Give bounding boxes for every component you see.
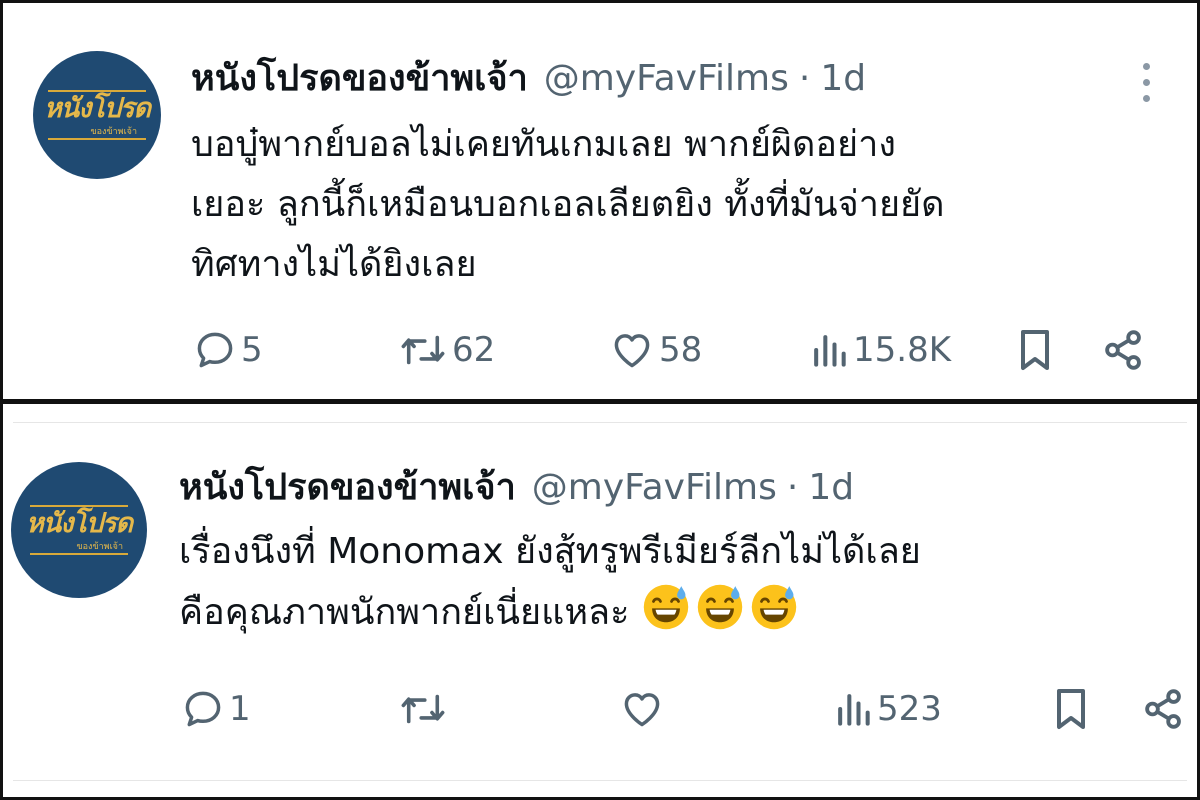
separator-dot: · xyxy=(786,467,799,508)
reply-icon xyxy=(197,332,233,368)
tweet-text: เรื่องนึงที่ Monomax ยังสู้ทรูพรีเมียร์ล… xyxy=(179,522,921,643)
share-icon xyxy=(1145,689,1181,729)
grinning-face-with-sweat-emoji xyxy=(697,584,743,630)
display-name[interactable]: หนังโปรดของข้าพเจ้า xyxy=(191,55,528,103)
retweet-icon xyxy=(401,335,445,365)
tweet-text: บอบู๋พากย์บอลไม่เคยทันเกมเลย พากย์ผิดอย่… xyxy=(191,115,945,295)
tweet-actions: 5 62 58 15.8K xyxy=(3,325,1200,375)
views-icon xyxy=(838,694,870,726)
tweet-text-line: เรื่องนึงที่ Monomax ยังสู้ทรูพรีเมียร์ล… xyxy=(179,531,921,572)
views-count: 523 xyxy=(877,689,942,729)
avatar-decor-line xyxy=(48,138,146,140)
grinning-face-with-sweat-emoji xyxy=(643,584,689,630)
divider xyxy=(13,780,1187,781)
tweet-card-2[interactable]: หนังโปรด ของข้าพเจ้า หนังโปรดของข้าพเจ้า… xyxy=(0,402,1200,800)
tweet-text-line: เยอะ ลูกนี้ก็เหมือนบอกเอลเลียตยิง ทั้งที… xyxy=(191,184,945,225)
like-button[interactable] xyxy=(619,684,669,734)
share-button[interactable] xyxy=(1141,684,1187,734)
retweet-button[interactable]: 62 xyxy=(398,325,495,375)
user-handle[interactable]: @myFavFilms xyxy=(532,464,777,512)
avatar-logo-text: หนังโปรด xyxy=(43,93,151,124)
retweet-count: 62 xyxy=(452,330,496,370)
share-icon xyxy=(1105,330,1141,370)
avatar-logo-subtext: ของข้าพเจ้า xyxy=(90,127,138,137)
timestamp[interactable]: 1d xyxy=(820,55,866,103)
tweet-text-line: ทิศทางไม่ได้ยิงเลย xyxy=(191,244,477,285)
like-button[interactable]: 58 xyxy=(609,325,702,375)
user-handle[interactable]: @myFavFilms xyxy=(544,55,789,103)
reply-icon xyxy=(185,691,221,727)
tweet-actions: 1 523 xyxy=(3,684,1200,734)
views-button[interactable]: 523 xyxy=(833,684,942,734)
like-count: 58 xyxy=(659,330,703,370)
timestamp[interactable]: 1d xyxy=(808,464,854,512)
more-vertical-icon[interactable] xyxy=(1143,63,1153,102)
tweet-header: หนังโปรดของข้าพเจ้า @myFavFilms · 1d xyxy=(191,55,866,103)
views-button[interactable]: 15.8K xyxy=(809,325,951,375)
share-button[interactable] xyxy=(1101,325,1147,375)
divider xyxy=(13,422,1187,423)
reply-count: 1 xyxy=(229,689,251,729)
tweet-text-line: คือคุณภาพนักพากย์เนี่ยแหละ xyxy=(179,592,630,633)
heart-icon xyxy=(624,693,660,727)
views-icon xyxy=(814,335,846,367)
bookmark-icon xyxy=(1021,330,1049,370)
retweet-button[interactable] xyxy=(398,684,452,734)
bookmark-button[interactable] xyxy=(1051,684,1091,734)
avatar[interactable]: หนังโปรด ของข้าพเจ้า xyxy=(11,462,147,598)
bookmark-button[interactable] xyxy=(1015,325,1055,375)
emoji-group xyxy=(641,584,803,633)
avatar[interactable]: หนังโปรด ของข้าพเจ้า xyxy=(33,51,161,179)
reply-count: 5 xyxy=(241,330,263,370)
avatar-decor-line xyxy=(30,553,128,555)
avatar-logo-text: หนังโปรด xyxy=(25,508,133,539)
reply-button[interactable]: 1 xyxy=(181,684,251,734)
tweet-text-line-with-emoji: คือคุณภาพนักพากย์เนี่ยแหละ xyxy=(179,582,921,643)
tweet-text-line: บอบู๋พากย์บอลไม่เคยทันเกมเลย พากย์ผิดอย่… xyxy=(191,124,896,165)
retweet-icon xyxy=(401,694,445,724)
grinning-face-with-sweat-emoji xyxy=(751,584,797,630)
display-name[interactable]: หนังโปรดของข้าพเจ้า xyxy=(179,464,516,512)
bookmark-icon xyxy=(1057,689,1085,729)
reply-button[interactable]: 5 xyxy=(193,325,263,375)
tweet-header: หนังโปรดของข้าพเจ้า @myFavFilms · 1d xyxy=(179,464,854,512)
views-count: 15.8K xyxy=(853,330,951,370)
tweet-card-1[interactable]: หนังโปรด ของข้าพเจ้า หนังโปรดของข้าพเจ้า… xyxy=(0,0,1200,402)
avatar-logo-subtext: ของข้าพเจ้า xyxy=(76,542,124,552)
heart-icon xyxy=(614,334,650,368)
separator-dot: · xyxy=(798,58,811,99)
